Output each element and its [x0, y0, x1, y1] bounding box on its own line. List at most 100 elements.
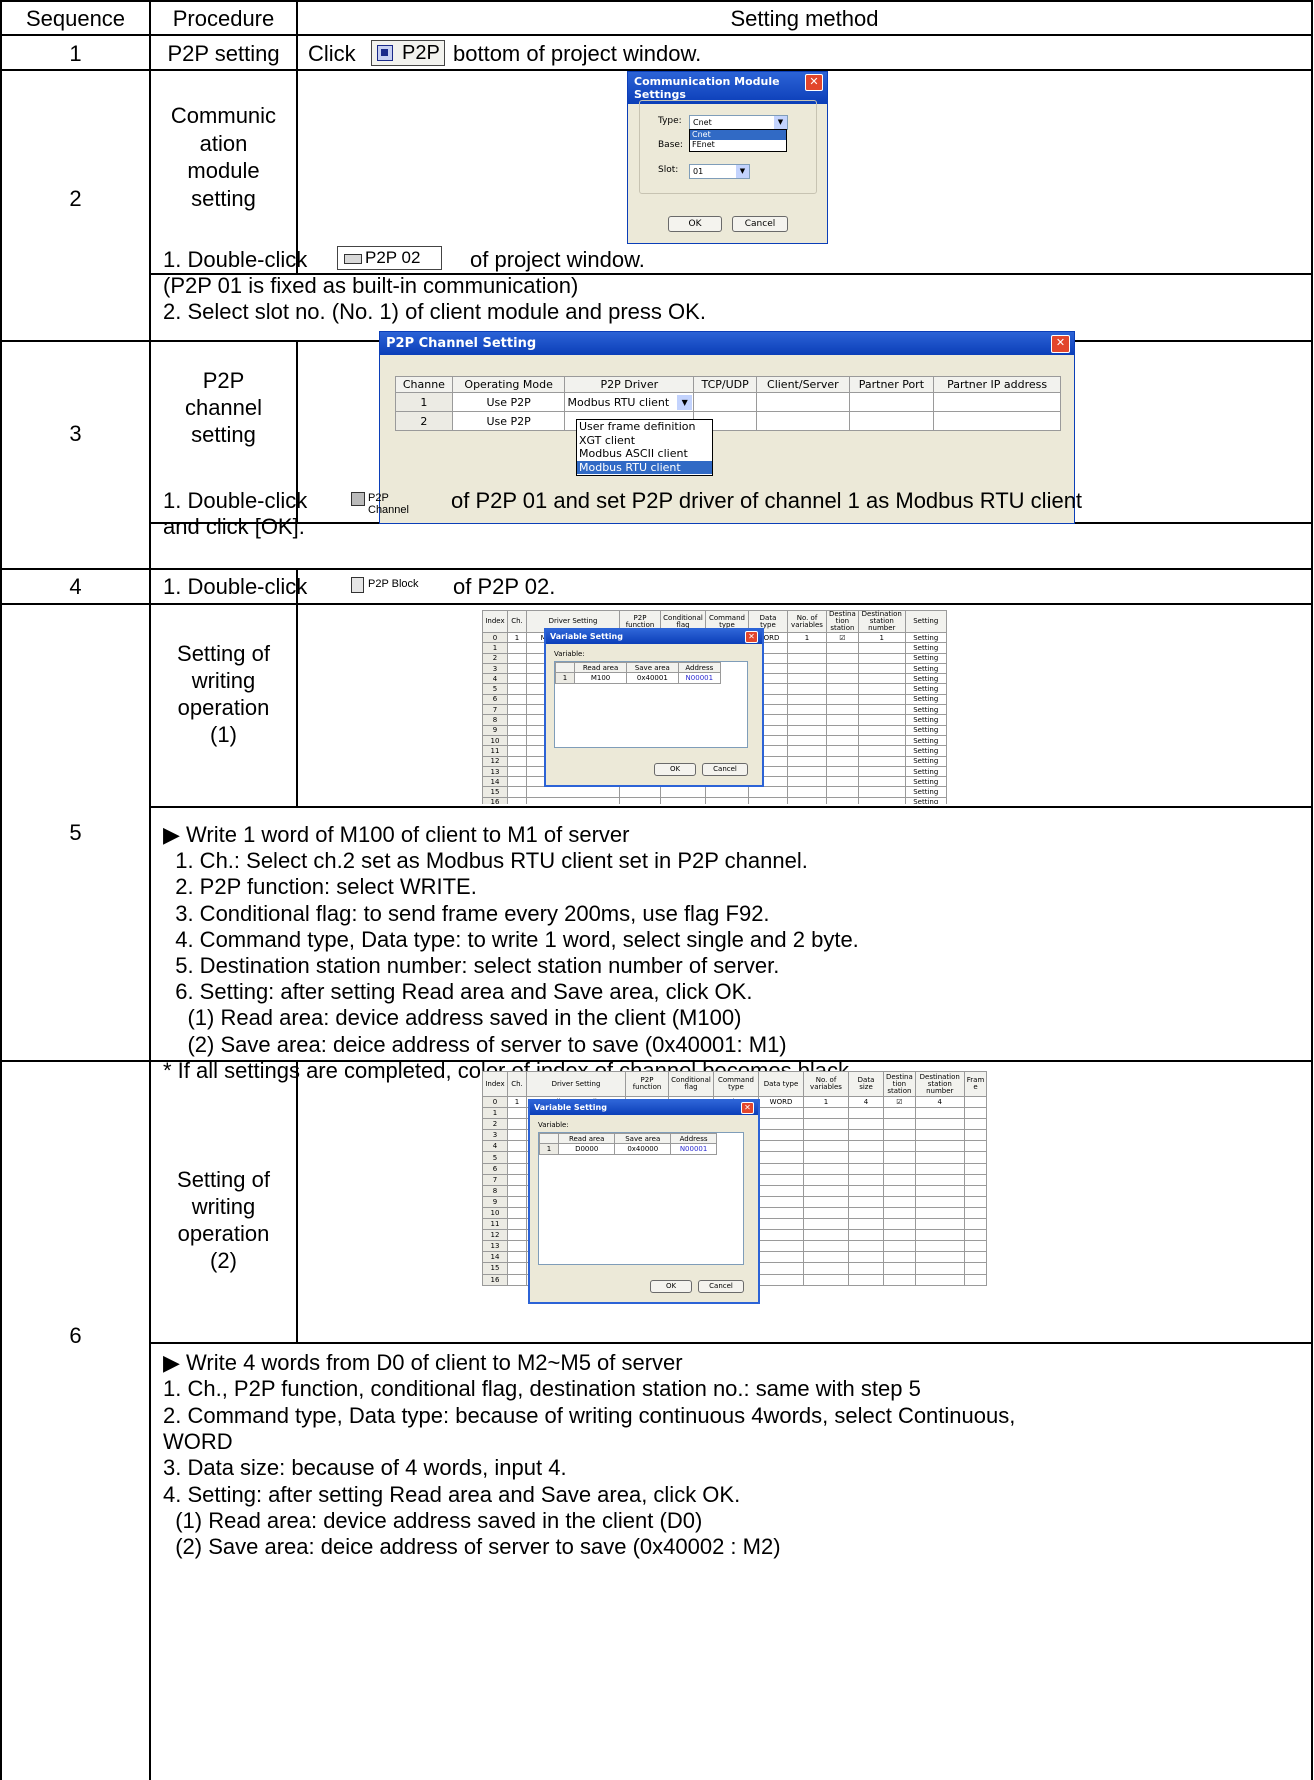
table-cell[interactable]: [507, 1173, 527, 1186]
table-cell[interactable]: [787, 724, 827, 736]
table-cell[interactable]: [507, 1151, 527, 1164]
table-cell[interactable]: [848, 1262, 884, 1275]
ok-button[interactable]: OK: [654, 763, 696, 776]
table-cell[interactable]: [826, 683, 859, 695]
driver-option[interactable]: User frame definition: [577, 420, 712, 434]
cancel-button[interactable]: Cancel: [702, 763, 748, 776]
p2p-driver-dropdown[interactable]: User frame definition XGT client Modbus …: [576, 419, 713, 476]
table-cell[interactable]: [963, 1140, 988, 1153]
p2p-toolbar-button[interactable]: P2P: [371, 40, 445, 66]
table-cell[interactable]: [914, 1206, 965, 1220]
table-cell[interactable]: 1: [787, 631, 827, 644]
setting-cell[interactable]: Setting: [904, 786, 947, 798]
table-cell[interactable]: [848, 1218, 884, 1231]
table-cell[interactable]: [758, 1107, 804, 1120]
table-cell[interactable]: [826, 673, 859, 685]
table-cell[interactable]: [883, 1262, 916, 1275]
table-cell[interactable]: [857, 683, 906, 695]
table-cell[interactable]: [963, 1251, 988, 1264]
table-cell[interactable]: [914, 1118, 965, 1131]
table-cell[interactable]: [963, 1107, 988, 1120]
table-cell[interactable]: [826, 786, 859, 798]
table-cell[interactable]: [526, 796, 620, 804]
table-cell[interactable]: [883, 1118, 916, 1131]
setting-cell[interactable]: Setting: [904, 714, 947, 726]
table-cell[interactable]: [507, 755, 527, 767]
table-cell[interactable]: [787, 714, 827, 726]
table-cell[interactable]: [758, 1273, 804, 1286]
table-cell[interactable]: [883, 1151, 916, 1164]
table-cell[interactable]: [507, 1184, 527, 1197]
table-cell[interactable]: 1: [507, 631, 527, 644]
table-cell[interactable]: [803, 1218, 849, 1231]
table-cell[interactable]: [619, 786, 661, 798]
table-cell[interactable]: [507, 745, 527, 757]
table-cell[interactable]: [787, 683, 827, 695]
table-cell[interactable]: [914, 1195, 965, 1208]
table-cell[interactable]: [526, 786, 620, 798]
operating-mode-cell[interactable]: Use P2P: [451, 411, 566, 431]
table-cell[interactable]: [826, 714, 859, 726]
slot-select[interactable]: 01 ▼: [689, 164, 750, 179]
table-cell[interactable]: [758, 1218, 804, 1231]
table-cell[interactable]: [963, 1129, 988, 1142]
table-cell[interactable]: [848, 1162, 884, 1175]
table-cell[interactable]: [914, 1151, 965, 1164]
table-cell[interactable]: [826, 652, 859, 664]
table-cell[interactable]: [507, 714, 527, 726]
table-cell[interactable]: [883, 1173, 916, 1186]
table-cell[interactable]: [758, 1140, 804, 1153]
table-cell[interactable]: [963, 1151, 988, 1164]
table-cell[interactable]: [758, 1162, 804, 1175]
table-cell[interactable]: [787, 693, 827, 706]
table-cell[interactable]: [748, 786, 788, 798]
table-cell[interactable]: [826, 724, 859, 736]
table-cell[interactable]: [803, 1240, 849, 1253]
table-cell[interactable]: [963, 1206, 988, 1220]
table-cell[interactable]: [883, 1162, 916, 1175]
table-cell[interactable]: [857, 786, 906, 798]
table-cell[interactable]: 4: [848, 1095, 884, 1109]
table-cell[interactable]: [758, 1206, 804, 1220]
table-cell[interactable]: [507, 1107, 527, 1120]
table-cell[interactable]: [507, 1140, 527, 1153]
table-cell[interactable]: [787, 673, 827, 685]
table-cell[interactable]: [787, 765, 827, 778]
table-cell[interactable]: [963, 1118, 988, 1131]
table-cell[interactable]: [507, 1229, 527, 1242]
table-cell[interactable]: [758, 1184, 804, 1197]
close-icon[interactable]: ✕: [805, 74, 823, 91]
table-cell[interactable]: [914, 1218, 965, 1231]
cancel-button[interactable]: Cancel: [732, 216, 788, 232]
table-cell[interactable]: [848, 1140, 884, 1153]
table-cell[interactable]: [826, 734, 859, 747]
table-cell[interactable]: [857, 755, 906, 767]
table-cell[interactable]: [857, 724, 906, 736]
table-cell[interactable]: [826, 765, 859, 778]
table-cell[interactable]: [826, 745, 859, 757]
table-cell[interactable]: [848, 1129, 884, 1142]
setting-cell[interactable]: Setting: [904, 642, 947, 654]
close-icon[interactable]: ✕: [745, 631, 758, 643]
table-cell[interactable]: [803, 1262, 849, 1275]
p2p-driver-select[interactable]: Modbus RTU client ▼: [564, 392, 695, 412]
table-cell[interactable]: [758, 1262, 804, 1275]
driver-option[interactable]: Modbus ASCII client: [577, 447, 712, 461]
table-cell[interactable]: [787, 642, 827, 654]
setting-cell[interactable]: Setting: [904, 724, 947, 736]
type-dropdown[interactable]: Cnet FEnet: [689, 129, 787, 152]
table-cell[interactable]: [914, 1273, 965, 1286]
save-area-cell[interactable]: 0x40001: [626, 672, 679, 684]
table-cell[interactable]: [848, 1251, 884, 1264]
read-area-cell[interactable]: D0000: [557, 1143, 616, 1155]
table-cell[interactable]: [963, 1262, 988, 1275]
table-cell[interactable]: [803, 1129, 849, 1142]
table-cell[interactable]: [963, 1162, 988, 1175]
table-cell[interactable]: [507, 1162, 527, 1175]
table-cell[interactable]: [857, 796, 906, 804]
table-cell[interactable]: [507, 1251, 527, 1264]
table-cell[interactable]: [963, 1240, 988, 1253]
save-area-cell[interactable]: 0x40000: [614, 1143, 672, 1155]
table-cell[interactable]: [803, 1184, 849, 1197]
table-cell[interactable]: [857, 673, 906, 685]
